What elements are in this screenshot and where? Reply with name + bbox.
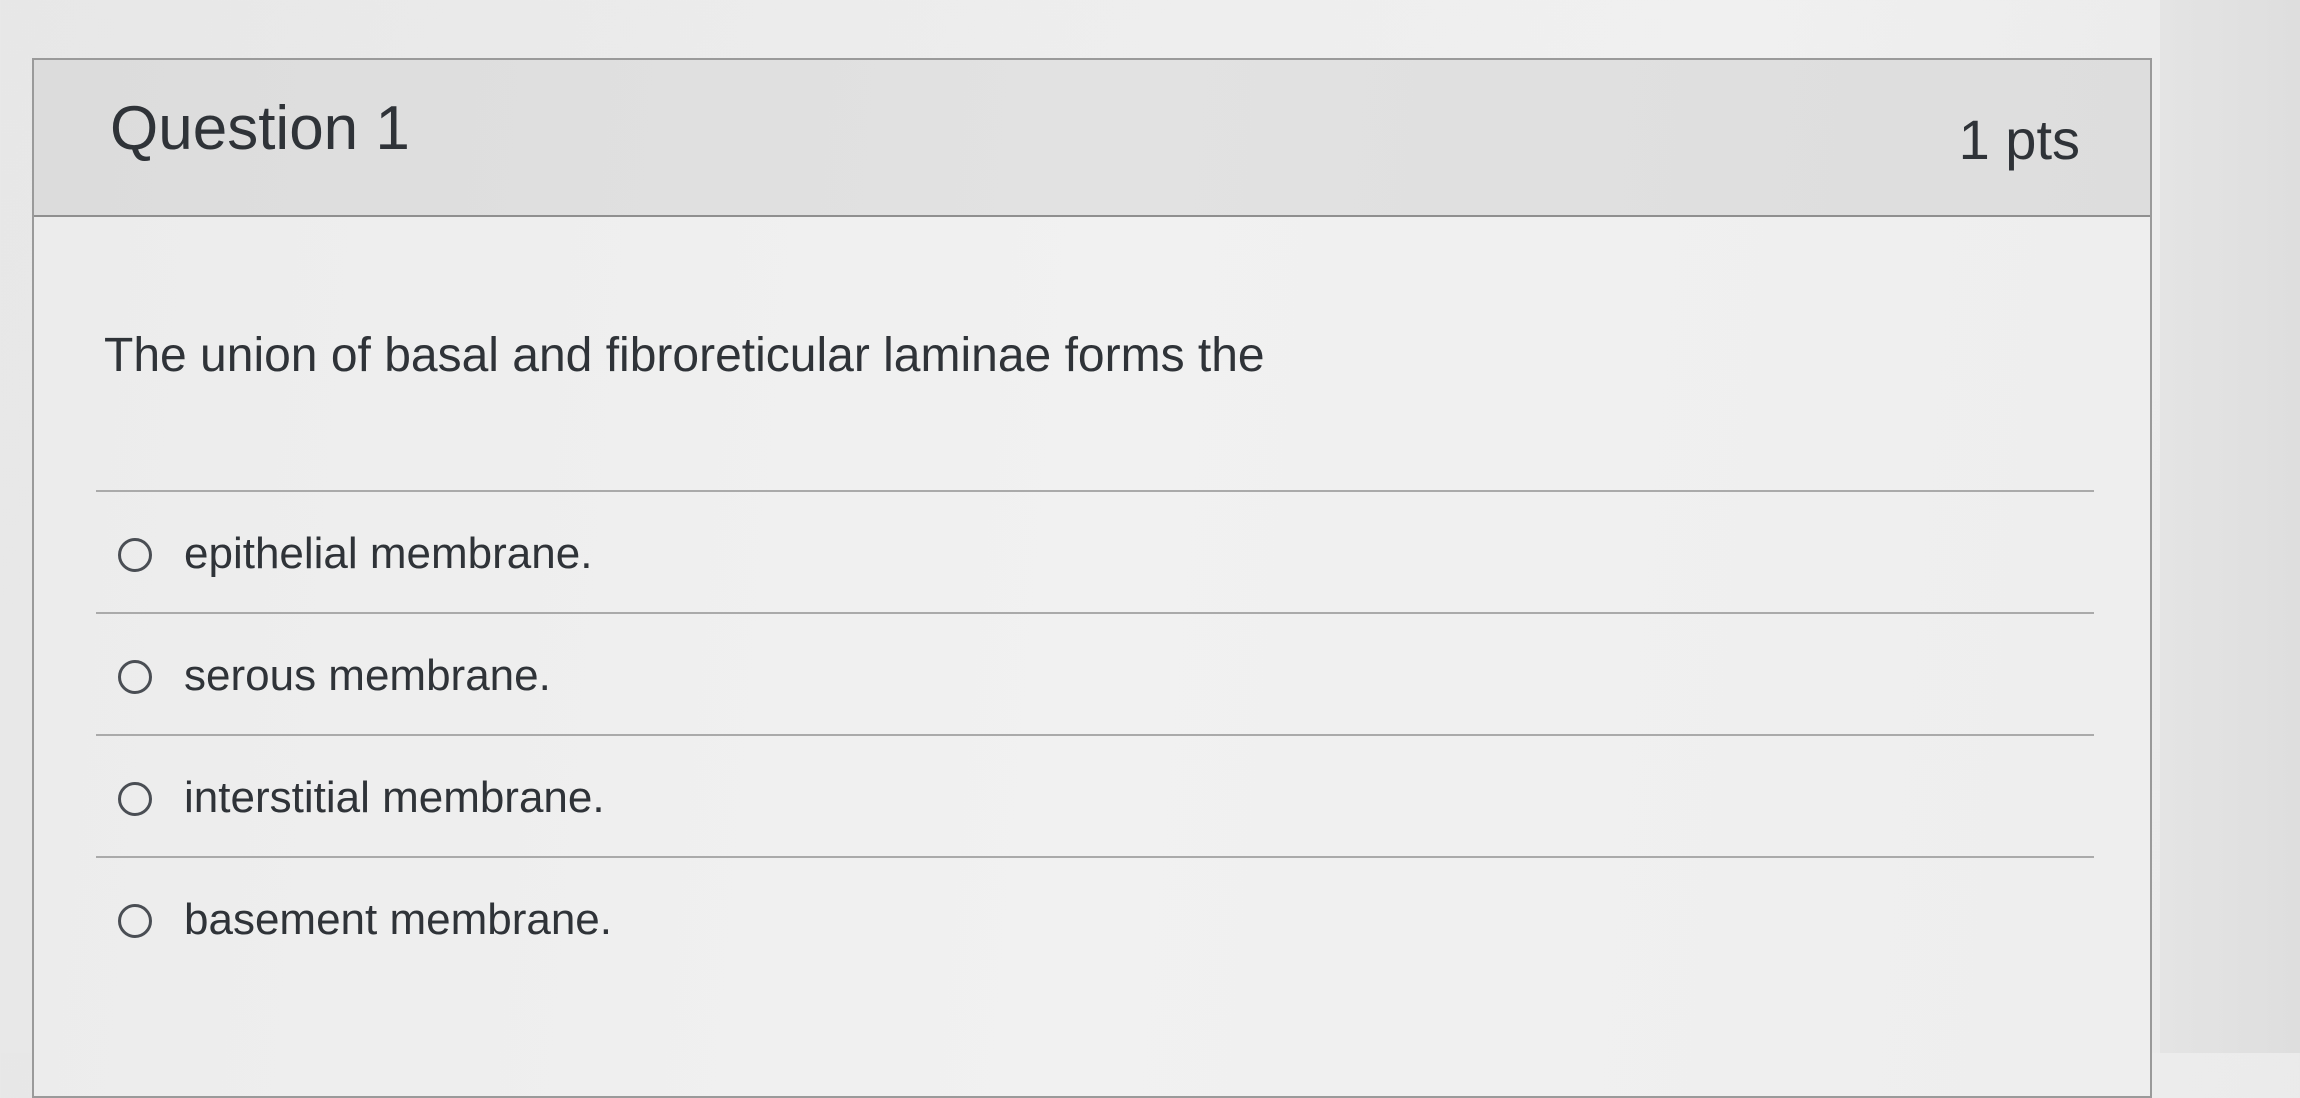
answer-list: epithelial membrane. serous membrane. in… [96, 490, 2094, 980]
answer-option-2[interactable]: serous membrane. [96, 614, 2094, 736]
question-card: Question 1 1 pts The union of basal and … [32, 58, 2152, 1098]
answer-option-4[interactable]: basement membrane. [96, 858, 2094, 980]
question-title: Question 1 [110, 94, 410, 163]
question-header: Question 1 1 pts [34, 60, 2150, 217]
question-text: The union of basal and fibroreticular la… [104, 329, 1265, 382]
radio-unselected-icon[interactable] [118, 660, 152, 694]
answer-option-3[interactable]: interstitial membrane. [96, 736, 2094, 858]
answer-label[interactable]: serous membrane. [184, 654, 551, 698]
answer-label[interactable]: basement membrane. [184, 898, 612, 942]
radio-unselected-icon[interactable] [118, 782, 152, 816]
answer-option-1[interactable]: epithelial membrane. [96, 492, 2094, 614]
background-shadow [2160, 0, 2300, 1053]
radio-unselected-icon[interactable] [118, 538, 152, 572]
radio-unselected-icon[interactable] [118, 904, 152, 938]
answer-label[interactable]: epithelial membrane. [184, 532, 592, 576]
answer-label[interactable]: interstitial membrane. [184, 776, 605, 820]
question-points: 1 pts [1958, 108, 2080, 171]
